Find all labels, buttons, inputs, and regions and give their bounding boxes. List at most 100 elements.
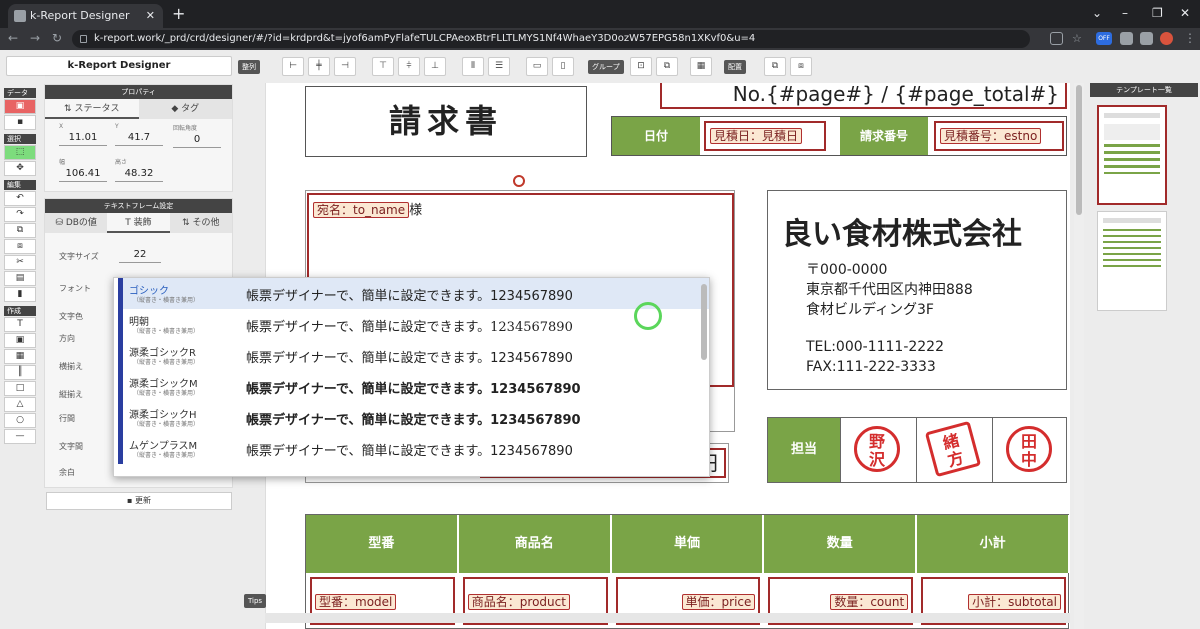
tab-other[interactable]: ⇅ その他 [170, 213, 232, 233]
group-icon[interactable]: ⊡ [630, 57, 652, 76]
share-icon[interactable] [1050, 32, 1063, 45]
move-tool-icon[interactable]: ✥ [4, 161, 36, 176]
document-title[interactable]: 請求書 [305, 86, 587, 157]
barcode-tool-icon[interactable]: ║ [4, 365, 36, 380]
sidebar-icon[interactable] [1140, 32, 1153, 45]
close-window-icon[interactable]: ✕ [1180, 6, 1190, 20]
height-value[interactable]: 48.32 [115, 166, 163, 182]
template-thumb-1[interactable] [1097, 105, 1167, 205]
font-option-sample: 帳票デザイナーで、簡単に設定できます。1234567890 [246, 289, 573, 304]
height-field[interactable]: 高さ 48.32 [115, 157, 163, 182]
image-tool-icon[interactable]: ▣ [4, 333, 36, 348]
tips-button[interactable]: Tips [244, 594, 266, 608]
tab-status[interactable]: ⇅ ステータス [45, 99, 139, 119]
stamp-nozawa[interactable]: 野沢 [854, 426, 900, 472]
template-thumb-2[interactable] [1097, 211, 1167, 311]
font-option-note: （縦書き・横書き兼用） [133, 390, 200, 397]
font-option[interactable]: 源柔ゴシックH （縦書き・横書き兼用） 帳票デザイナーで、簡単に設定できます。123… [118, 402, 709, 433]
width-value[interactable]: 106.41 [59, 166, 107, 182]
align-right-icon[interactable]: ⊣ [334, 57, 356, 76]
close-tab-icon[interactable]: ✕ [146, 4, 155, 28]
save-icon[interactable]: ▪ [4, 115, 36, 130]
select-tool-icon[interactable]: ⬚ [4, 145, 36, 160]
page-number-field[interactable]: No.{#page#} / {#page_total#} [660, 83, 1067, 109]
font-option[interactable]: 源柔ゴシックM （縦書き・横書き兼用） 帳票デザイナーで、簡単に設定できます。123… [118, 371, 709, 402]
send-back-icon[interactable]: ⧈ [790, 57, 812, 76]
back-icon[interactable]: ← [8, 31, 18, 45]
align-center-icon[interactable]: ╪ [308, 57, 330, 76]
redo-icon[interactable]: ↷ [4, 207, 36, 222]
align-left-icon[interactable]: ⊢ [282, 57, 304, 76]
y-field[interactable]: Y 41.7 [115, 123, 163, 146]
delete-icon[interactable]: ▮ [4, 287, 36, 302]
address-line-1: 東京都千代田区内神田888 [806, 282, 973, 298]
qr-tool-icon[interactable]: ▦ [4, 349, 36, 364]
puzzle-icon[interactable] [1120, 32, 1133, 45]
rotate-handle-icon[interactable] [513, 175, 525, 187]
dropdown-scrollbar[interactable] [701, 284, 707, 360]
date-field[interactable]: 見積日：見積日 [704, 121, 826, 151]
size-height-icon[interactable]: ▯ [552, 57, 574, 76]
align-top-icon[interactable]: ⊤ [372, 57, 394, 76]
canvas-hscrollbar[interactable] [265, 613, 1070, 623]
line-tool-icon[interactable]: — [4, 429, 36, 444]
bookmark-star-icon[interactable]: ☆ [1072, 32, 1085, 45]
align-middle-icon[interactable]: ⫩ [398, 57, 420, 76]
y-value[interactable]: 41.7 [115, 130, 163, 146]
forward-icon[interactable]: → [30, 31, 40, 45]
canvas-vscrollbar[interactable] [1074, 83, 1084, 629]
tab-search-icon[interactable]: ⌄ [1092, 6, 1102, 20]
minimize-icon[interactable]: – [1122, 6, 1128, 20]
cut-icon[interactable]: ✂ [4, 255, 36, 270]
rotation-field[interactable]: 回転角度 0 [173, 123, 221, 148]
sliders-icon: ⇅ [182, 218, 193, 228]
copy-icon[interactable]: ⧉ [4, 223, 36, 238]
size-width-icon[interactable]: ▭ [526, 57, 548, 76]
clipboard-icon[interactable]: ▤ [4, 271, 36, 286]
ellipse-tool-icon[interactable]: ○ [4, 413, 36, 428]
grid-icon[interactable]: ▦ [690, 57, 712, 76]
text-tool-icon[interactable]: T [4, 317, 36, 332]
rect-tool-icon[interactable]: □ [4, 381, 36, 396]
rotation-value[interactable]: 0 [173, 132, 221, 148]
vscroll-thumb[interactable] [1076, 85, 1082, 215]
extension-badge[interactable]: OFF [1096, 32, 1112, 45]
maximize-icon[interactable]: ❐ [1152, 6, 1163, 20]
sliders-icon: ⇅ [64, 104, 75, 114]
profile-avatar[interactable] [1160, 32, 1173, 45]
distribute-v-icon[interactable]: ☰ [488, 57, 510, 76]
date-tag: 見積日：見積日 [710, 128, 803, 144]
browser-tab[interactable]: k-Report Designer ✕ [8, 4, 163, 28]
width-field[interactable]: 幅 106.41 [59, 157, 107, 182]
height-label: 高さ [115, 159, 128, 166]
stamp-divider [992, 418, 993, 482]
x-field[interactable]: X 11.01 [59, 123, 107, 146]
tab-decoration[interactable]: T 装飾 [107, 213, 170, 233]
menu-icon[interactable]: ⋮ [1184, 31, 1196, 45]
stamp-divider [916, 418, 917, 482]
font-dropdown[interactable]: ゴシック （縦書き・横書き兼用） 帳票デザイナーで、簡単に設定できます。123456… [113, 277, 710, 477]
reload-icon[interactable]: ↻ [52, 31, 62, 45]
update-button[interactable]: ▪ 更新 [46, 492, 232, 510]
font-size-input[interactable]: 22 [119, 247, 161, 263]
triangle-tool-icon[interactable]: △ [4, 397, 36, 412]
font-option[interactable]: 明朝 （縦書き・横書き兼用） 帳票デザイナーで、簡単に設定できます。12345678… [118, 309, 709, 340]
x-value[interactable]: 11.01 [59, 130, 107, 146]
undo-icon[interactable]: ↶ [4, 191, 36, 206]
bring-front-icon[interactable]: ⧉ [764, 57, 786, 76]
new-tab-icon[interactable]: + [172, 4, 185, 23]
number-field[interactable]: 見積番号：estno [934, 121, 1064, 151]
distribute-h-icon[interactable]: ⫴ [462, 57, 484, 76]
font-option[interactable]: ゴシック （縦書き・横書き兼用） 帳票デザイナーで、簡単に設定できます。123456… [118, 278, 709, 309]
tab-db[interactable]: ⛁ DBの値 [45, 213, 107, 233]
font-option[interactable]: 源柔ゴシックR （縦書き・横書き兼用） 帳票デザイナーで、簡単に設定できます。123… [118, 340, 709, 371]
paste-icon[interactable]: ⧈ [4, 239, 36, 254]
font-option[interactable]: ムゲンプラスM （縦書き・横書き兼用） 帳票デザイナーで、簡単に設定できます。123… [118, 433, 709, 464]
align-bottom-icon[interactable]: ⊥ [424, 57, 446, 76]
stamp-ogata[interactable]: 緒方 [924, 420, 982, 478]
stamp-tanaka[interactable]: 田中 [1006, 426, 1052, 472]
ungroup-icon[interactable]: ⧉ [656, 57, 678, 76]
url-input[interactable]: k-report.work/_prd/crd/designer/#/?id=kr… [72, 30, 1030, 48]
tab-tag[interactable]: ◆ タグ [139, 99, 233, 119]
new-file-icon[interactable]: ▣ [4, 99, 36, 114]
